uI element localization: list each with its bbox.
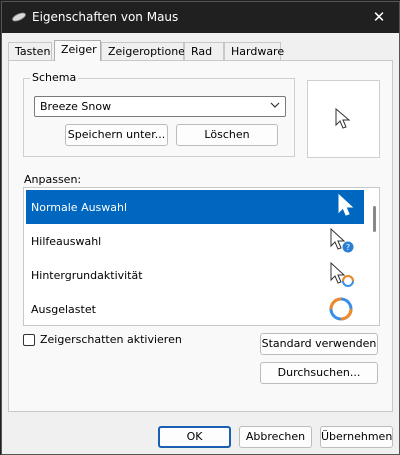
pointer-tab-panel: Schema Breeze Snow Speichern unter... Lö… (8, 60, 393, 412)
shadow-checkbox[interactable] (23, 334, 35, 346)
list-scrollbar[interactable] (373, 206, 376, 232)
arrow-cursor-icon (338, 194, 354, 216)
tab-hardware[interactable]: Hardware (224, 42, 284, 60)
title-bar: Eigenschaften von Maus ✕ (2, 2, 399, 33)
list-item-label: Ausgelastet (31, 303, 96, 316)
schema-label: Schema (30, 71, 79, 84)
tab-zeiger[interactable]: Zeiger (54, 40, 101, 61)
delete-scheme-button[interactable]: Löschen (176, 124, 278, 146)
list-item[interactable]: Ausgelastet (26, 292, 364, 325)
cursor-preview (307, 80, 380, 158)
list-item-label: Hilfeauswahl (31, 235, 102, 248)
arrow-cursor-icon (335, 108, 351, 129)
tab-zeigeroptionen[interactable]: Zeigeroptionen (101, 42, 192, 60)
tab-tasten[interactable]: Tasten (8, 42, 52, 60)
svg-text:?: ? (346, 243, 350, 252)
list-item[interactable]: Hilfeauswahl ? (26, 224, 364, 258)
help-cursor-icon: ? (330, 228, 354, 253)
window-title: Eigenschaften von Maus (32, 10, 179, 24)
apply-button[interactable]: Übernehmen (320, 426, 393, 448)
busy-cursor-icon (329, 297, 353, 321)
cursor-list[interactable]: Normale Auswahl Hilfeauswahl ? Hintergru… (23, 187, 380, 326)
use-default-button[interactable]: Standard verwenden (260, 333, 378, 355)
browse-button[interactable]: Durchsuchen... (260, 362, 378, 384)
cancel-button[interactable]: Abbrechen (239, 426, 312, 448)
list-item-label: Normale Auswahl (31, 201, 128, 214)
chevron-down-icon (270, 100, 280, 113)
ok-button[interactable]: OK (158, 426, 231, 448)
tab-rad[interactable]: Rad (184, 42, 224, 60)
close-icon[interactable]: ✕ (359, 2, 399, 33)
schema-dropdown-value: Breeze Snow (40, 100, 112, 113)
save-scheme-button[interactable]: Speichern unter... (65, 124, 168, 146)
mouse-properties-dialog: Eigenschaften von Maus ✕ Tasten Zeiger Z… (1, 1, 400, 455)
list-item[interactable]: Normale Auswahl (26, 190, 364, 224)
schema-groupbox: Schema Breeze Snow Speichern unter... Lö… (23, 71, 295, 157)
list-item[interactable]: Hintergrundaktivität (26, 258, 364, 292)
schema-dropdown[interactable]: Breeze Snow (34, 96, 286, 117)
mouse-icon (11, 11, 27, 26)
working-in-background-cursor-icon (330, 262, 354, 287)
list-item-label: Hintergrundaktivität (31, 269, 143, 282)
customize-label: Anpassen: (24, 173, 82, 186)
shadow-checkbox-label: Zeigerschatten aktivieren (40, 333, 182, 346)
